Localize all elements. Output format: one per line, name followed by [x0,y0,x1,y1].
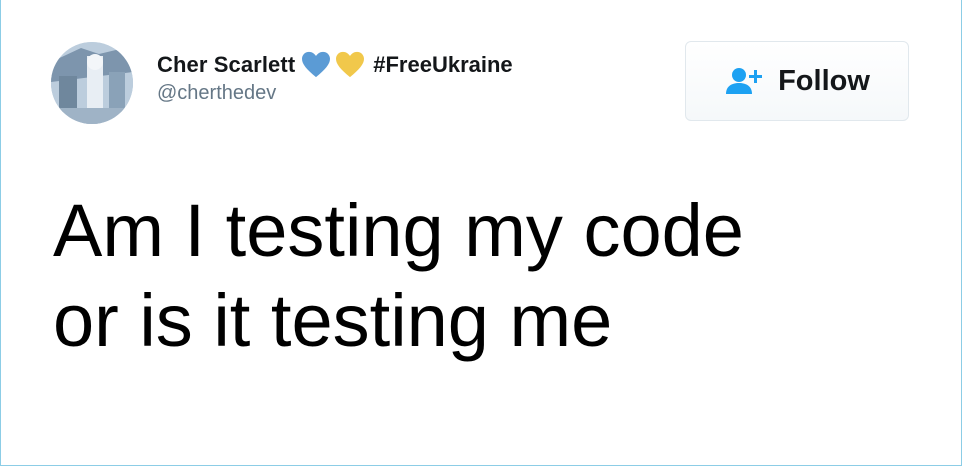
tweet-text-line: or is it testing me [53,279,613,362]
yellow-heart-icon [336,51,365,78]
author-hashtag[interactable]: #FreeUkraine [373,52,512,78]
follow-button[interactable]: Follow [685,41,909,121]
blue-heart-icon [302,51,331,78]
tweet-card: Cher Scarlett #FreeUkraine @cherthedev F… [0,0,962,466]
tweet-text: Am I testing my code or is it testing me [53,186,933,366]
tweet-author: Cher Scarlett #FreeUkraine @cherthedev [157,50,513,105]
tweet-text-line: Am I testing my code [53,189,744,272]
author-display-name[interactable]: Cher Scarlett [157,52,295,78]
author-handle[interactable]: @cherthedev [157,82,513,105]
avatar-photo [51,42,133,124]
follow-label: Follow [778,64,870,97]
name-emojis [301,51,365,79]
avatar[interactable] [51,42,133,124]
add-user-icon [726,68,763,94]
author-name-row: Cher Scarlett #FreeUkraine [157,50,513,80]
